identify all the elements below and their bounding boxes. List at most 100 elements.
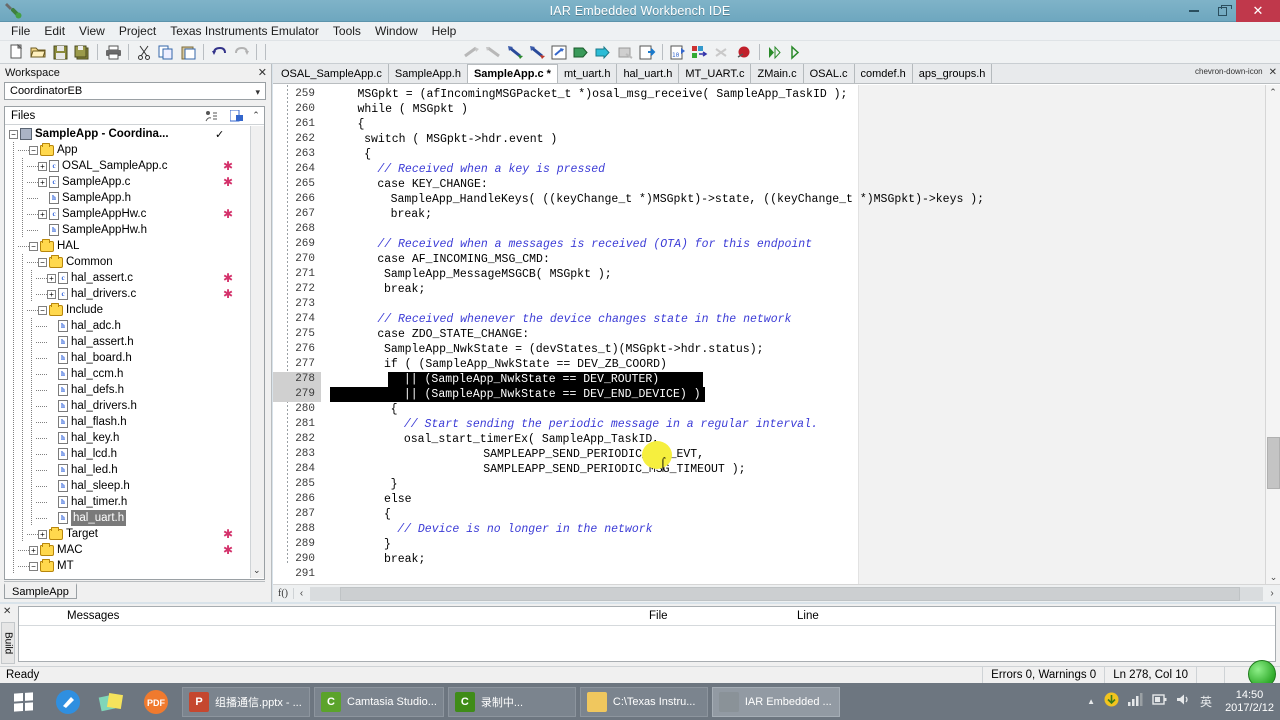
menu-file[interactable]: File: [4, 22, 37, 40]
editor-tab[interactable]: MT_UART.c: [679, 64, 752, 83]
taskbar-clock[interactable]: 14:50 2017/2/12: [1225, 689, 1274, 715]
save-icon[interactable]: [49, 42, 71, 63]
tree-expander-minus[interactable]: −: [38, 305, 47, 315]
tree-expander-plus[interactable]: +: [38, 161, 47, 171]
tree-node[interactable]: − HAL: [5, 238, 247, 254]
tree-expander-minus[interactable]: −: [38, 257, 47, 267]
update-icon[interactable]: [1104, 692, 1119, 712]
run-to-cursor-icon[interactable]: [786, 42, 808, 63]
column-line[interactable]: Line: [797, 610, 819, 622]
tree-build-status-icon[interactable]: [229, 109, 244, 125]
menu-tools[interactable]: Tools: [326, 22, 368, 40]
menu-edit[interactable]: Edit: [37, 22, 72, 40]
input-language-icon[interactable]: 英: [1200, 693, 1212, 710]
tree-node[interactable]: h hal_timer.h: [5, 494, 247, 510]
tree-expander-plus[interactable]: +: [38, 177, 47, 187]
tree-expander-minus[interactable]: −: [29, 241, 38, 251]
scroll-right-icon[interactable]: ›: [1264, 588, 1280, 599]
tree-scroll-up-icon[interactable]: ⌃: [250, 109, 262, 121]
tree-node[interactable]: + Target ✱: [5, 526, 247, 542]
tree-expander-plus[interactable]: +: [38, 209, 47, 219]
scroll-down-icon[interactable]: ⌄: [1267, 570, 1280, 584]
vertical-scroll-thumb[interactable]: [1267, 437, 1280, 489]
tree-node[interactable]: h SampleApp.h: [5, 190, 247, 206]
minimize-button[interactable]: [1180, 0, 1208, 22]
tree-node[interactable]: h hal_sleep.h: [5, 478, 247, 494]
editor-tab[interactable]: OSAL.c: [803, 64, 855, 83]
tree-expander-plus[interactable]: +: [38, 529, 47, 539]
column-file[interactable]: File: [649, 610, 668, 622]
tree-node[interactable]: h hal_lcd.h: [5, 446, 247, 462]
function-navigator-label[interactable]: f(): [273, 588, 293, 599]
run-icon[interactable]: [764, 42, 786, 63]
editor-tab[interactable]: hal_uart.h: [617, 64, 680, 83]
taskbar-app-button[interactable]: P 组播通信.pptx - ...: [182, 686, 310, 717]
code-area[interactable]: 259 260 261 262 263 264 265 266 267 268 269 270 271 2…: [273, 85, 1280, 584]
print-icon[interactable]: [102, 42, 124, 63]
editor-tab[interactable]: SampleApp.h: [388, 64, 468, 83]
editor-tab[interactable]: SampleApp.c *: [467, 64, 558, 83]
editor-tab[interactable]: OSAL_SampleApp.c: [275, 64, 389, 83]
horizontal-scroll-track[interactable]: [310, 586, 1263, 601]
open-folder-icon[interactable]: [27, 42, 49, 63]
editor-horizontal-scrollbar[interactable]: f() ‹ ›: [273, 584, 1280, 602]
menu-window[interactable]: Window: [368, 22, 425, 40]
column-messages[interactable]: Messages: [67, 610, 119, 622]
tree-node[interactable]: h SampleAppHw.h: [5, 222, 247, 238]
close-button[interactable]: ✕: [1236, 0, 1280, 22]
tree-node[interactable]: + MAC ✱: [5, 542, 247, 558]
menu-texas-instruments-emulator[interactable]: Texas Instruments Emulator: [163, 22, 326, 40]
build-message-list[interactable]: Messages File Line: [18, 606, 1276, 662]
taskbar-app-button[interactable]: C:\Texas Instru...: [579, 686, 708, 717]
workspace-tab-sampleapp[interactable]: SampleApp: [4, 583, 77, 599]
save-all-icon[interactable]: [71, 42, 93, 63]
menu-help[interactable]: Help: [425, 22, 464, 40]
find-in-files-icon[interactable]: [548, 42, 570, 63]
header-source-icon[interactable]: 10: [667, 42, 689, 63]
tree-node[interactable]: + c hal_assert.c ✱: [5, 270, 247, 286]
paste-icon[interactable]: [177, 42, 199, 63]
menu-view[interactable]: View: [72, 22, 112, 40]
tree-overview-icon[interactable]: [205, 110, 218, 125]
editor-tab[interactable]: ZMain.c: [751, 64, 804, 83]
tree-node[interactable]: h hal_uart.h: [5, 510, 247, 526]
tree-node[interactable]: h hal_defs.h: [5, 382, 247, 398]
taskbar-app-button[interactable]: IAR Embedded ...: [711, 686, 840, 717]
tree-node[interactable]: h hal_board.h: [5, 350, 247, 366]
tree-node[interactable]: + c SampleApp.c ✱: [5, 174, 247, 190]
tree-vertical-scrollbar[interactable]: ⌄: [250, 126, 264, 578]
taskbar-app-button[interactable]: C Camtasia Studio...: [314, 686, 444, 717]
tree-node[interactable]: h hal_ccm.h: [5, 366, 247, 382]
tree-node[interactable]: h hal_adc.h: [5, 318, 247, 334]
start-button[interactable]: [0, 683, 46, 720]
tree-expander-minus[interactable]: −: [29, 145, 38, 155]
tree-node[interactable]: h hal_drivers.h: [5, 398, 247, 414]
tree-scroll-down-icon[interactable]: ⌄: [253, 565, 261, 576]
chevron-down-icon[interactable]: chevron-down-icon: [1195, 67, 1263, 78]
compile-icon[interactable]: [570, 42, 592, 63]
editor-tab[interactable]: mt_uart.h: [557, 64, 618, 83]
horizontal-scroll-thumb[interactable]: [340, 586, 1240, 601]
tree-node[interactable]: − Common: [5, 254, 247, 270]
tree-expander-minus[interactable]: −: [9, 129, 18, 139]
tree-node[interactable]: + c OSAL_SampleApp.c ✱: [5, 158, 247, 174]
debug-download-icon[interactable]: [636, 42, 658, 63]
configuration-dropdown[interactable]: CoordinatorEB ▾: [4, 82, 266, 100]
tree-expander-plus[interactable]: +: [47, 273, 56, 283]
pdf-icon[interactable]: PDF: [134, 683, 178, 720]
copy-icon[interactable]: [155, 42, 177, 63]
editor-tab[interactable]: comdef.h: [854, 64, 913, 83]
workspace-close-icon[interactable]: ✕: [258, 66, 267, 79]
tree-node[interactable]: − Include: [5, 302, 247, 318]
sticky-notes-icon[interactable]: [90, 683, 134, 720]
tree-node[interactable]: − App: [5, 142, 247, 158]
tree-node[interactable]: + c SampleAppHw.c ✱: [5, 206, 247, 222]
tree-expander-plus[interactable]: +: [47, 289, 56, 299]
editor-vertical-scrollbar[interactable]: ⌃ ⌄: [1265, 85, 1280, 584]
tree-expander-minus[interactable]: −: [29, 561, 38, 571]
tree-node[interactable]: + c hal_drivers.c ✱: [5, 286, 247, 302]
restore-button[interactable]: [1208, 0, 1236, 22]
new-document-icon[interactable]: [5, 42, 27, 63]
menu-project[interactable]: Project: [112, 22, 163, 40]
tree-node[interactable]: h hal_flash.h: [5, 414, 247, 430]
